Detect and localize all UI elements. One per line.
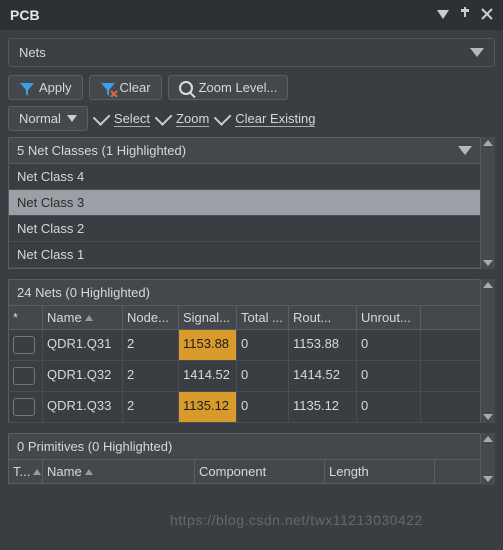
col-length[interactable]: Length — [325, 460, 435, 483]
cell-name: QDR1.Q32 — [43, 361, 123, 391]
toolbar-secondary: Normal Select Zoom Clear Existing — [8, 106, 495, 131]
chevron-down-icon — [470, 48, 484, 57]
funnel-clear-icon — [100, 81, 114, 95]
scroll-up-icon[interactable] — [483, 282, 493, 288]
net-classes-section: 5 Net Classes (1 Highlighted) Net Class … — [8, 137, 481, 269]
main-dropdown[interactable]: Nets — [8, 38, 495, 67]
zoom-level-button[interactable]: Zoom Level... — [168, 75, 289, 100]
nets-section: 24 Nets (0 Highlighted) * Name Node... S… — [8, 279, 481, 423]
main-dropdown-label: Nets — [19, 45, 46, 60]
col-name[interactable]: Name — [43, 306, 123, 329]
sort-asc-icon — [85, 469, 93, 475]
cell-signal: 1153.88 — [179, 330, 237, 360]
scrollbar[interactable] — [481, 433, 495, 485]
cell-node: 2 — [123, 361, 179, 391]
scroll-down-icon[interactable] — [483, 260, 493, 266]
clear-label: Clear — [120, 80, 151, 95]
net-classes-header[interactable]: 5 Net Classes (1 Highlighted) — [8, 137, 481, 164]
cell-node: 2 — [123, 330, 179, 360]
watermark: https://blog.csdn.net/twx11213030422 — [170, 512, 423, 528]
primitives-title: 0 Primitives (0 Highlighted) — [17, 439, 172, 454]
check-icon — [214, 108, 232, 126]
net-classes-list: Net Class 4Net Class 3Net Class 2Net Cla… — [8, 164, 481, 269]
primitives-columns: T... Name Component Length — [8, 460, 481, 484]
panel-body: Nets Apply Clear Zoom Level... Normal S — [0, 30, 503, 492]
scroll-down-icon[interactable] — [483, 414, 493, 420]
col-total[interactable]: Total ... — [237, 306, 289, 329]
magnifier-icon — [179, 81, 193, 95]
cell-name: QDR1.Q33 — [43, 392, 123, 422]
zoom-checkbox[interactable]: Zoom — [158, 111, 209, 127]
cell-node: 2 — [123, 392, 179, 422]
scroll-up-icon[interactable] — [483, 140, 493, 146]
cell-rout: 1135.12 — [289, 392, 357, 422]
check-icon — [155, 108, 173, 126]
primitives-section: 0 Primitives (0 Highlighted) T... Name C… — [8, 433, 481, 484]
scroll-down-icon[interactable] — [483, 476, 493, 482]
cell-total: 0 — [237, 361, 289, 391]
col-signal[interactable]: Signal... — [179, 306, 237, 329]
dropdown-icon[interactable] — [437, 8, 449, 23]
cell-rout: 1153.88 — [289, 330, 357, 360]
close-icon[interactable] — [481, 8, 493, 23]
col-unrout[interactable]: Unrout... — [357, 306, 421, 329]
nets-header[interactable]: 24 Nets (0 Highlighted) — [8, 279, 481, 306]
net-class-row[interactable]: Net Class 3 — [9, 190, 480, 216]
col-node[interactable]: Node... — [123, 306, 179, 329]
clear-existing-checkbox[interactable]: Clear Existing — [217, 111, 315, 127]
row-button[interactable] — [13, 367, 35, 385]
cell-unrout: 0 — [357, 361, 421, 391]
mode-dropdown[interactable]: Normal — [8, 106, 88, 131]
pin-icon[interactable] — [459, 7, 471, 24]
scroll-up-icon[interactable] — [483, 436, 493, 442]
net-class-row[interactable]: Net Class 4 — [9, 164, 480, 190]
panel-title: PCB — [10, 7, 40, 23]
col-type[interactable]: T... — [9, 460, 43, 483]
nets-row[interactable]: QDR1.Q3321135.1201135.120 — [8, 392, 481, 423]
clear-existing-label: Clear Existing — [235, 111, 315, 127]
apply-label: Apply — [39, 80, 72, 95]
nets-title: 24 Nets (0 Highlighted) — [17, 285, 150, 300]
cell-signal: 1135.12 — [179, 392, 237, 422]
nets-columns: * Name Node... Signal... Total ... Rout.… — [8, 306, 481, 330]
sort-asc-icon — [85, 315, 93, 321]
net-class-row[interactable]: Net Class 2 — [9, 216, 480, 242]
cell-total: 0 — [237, 330, 289, 360]
chevron-down-icon — [458, 146, 472, 155]
nets-row[interactable]: QDR1.Q3221414.5201414.520 — [8, 361, 481, 392]
primitives-header[interactable]: 0 Primitives (0 Highlighted) — [8, 433, 481, 460]
net-class-row[interactable]: Net Class 1 — [9, 242, 480, 268]
funnel-icon — [19, 81, 33, 95]
toolbar: Apply Clear Zoom Level... — [8, 75, 495, 100]
col-rout[interactable]: Rout... — [289, 306, 357, 329]
titlebar-controls — [437, 7, 493, 24]
zoom-label: Zoom — [176, 111, 209, 127]
cell-unrout: 0 — [357, 392, 421, 422]
titlebar: PCB — [0, 0, 503, 30]
col-component[interactable]: Component — [195, 460, 325, 483]
row-button[interactable] — [13, 398, 35, 416]
cell-unrout: 0 — [357, 330, 421, 360]
cell-total: 0 — [237, 392, 289, 422]
select-label: Select — [114, 111, 150, 127]
col-star[interactable]: * — [9, 306, 43, 329]
scrollbar[interactable] — [481, 279, 495, 423]
check-icon — [93, 108, 111, 126]
net-classes-title: 5 Net Classes (1 Highlighted) — [17, 143, 186, 158]
row-button[interactable] — [13, 336, 35, 354]
clear-button[interactable]: Clear — [89, 75, 162, 100]
apply-button[interactable]: Apply — [8, 75, 83, 100]
chevron-down-icon — [67, 115, 77, 123]
mode-label: Normal — [19, 111, 61, 126]
select-checkbox[interactable]: Select — [96, 111, 150, 127]
scrollbar[interactable] — [481, 137, 495, 269]
cell-rout: 1414.52 — [289, 361, 357, 391]
cell-name: QDR1.Q31 — [43, 330, 123, 360]
zoom-level-label: Zoom Level... — [199, 80, 278, 95]
col-name[interactable]: Name — [43, 460, 195, 483]
nets-row[interactable]: QDR1.Q3121153.8801153.880 — [8, 330, 481, 361]
nets-rows: QDR1.Q3121153.8801153.880QDR1.Q3221414.5… — [8, 330, 481, 423]
cell-signal: 1414.52 — [179, 361, 237, 391]
sort-asc-icon — [33, 469, 41, 475]
